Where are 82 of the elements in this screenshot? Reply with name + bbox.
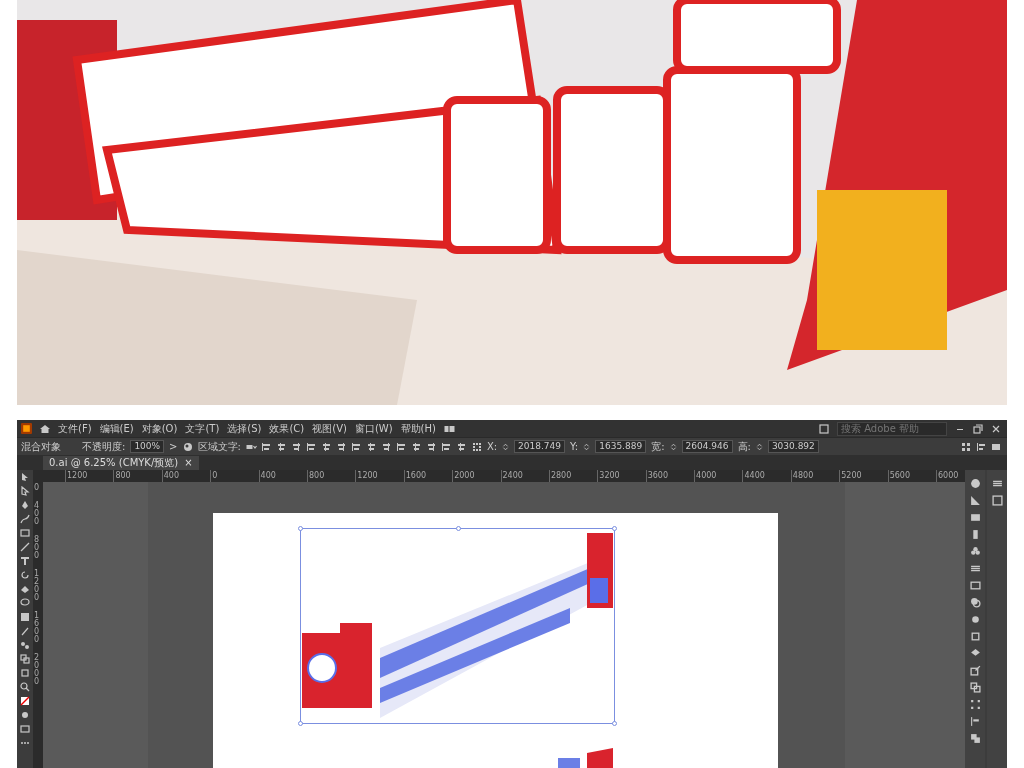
transparency-icon[interactable] bbox=[969, 597, 981, 608]
stepper-icon[interactable] bbox=[502, 441, 510, 452]
menu-item[interactable]: 效果(C) bbox=[269, 422, 305, 435]
align-icon[interactable] bbox=[456, 441, 467, 452]
properties-icon[interactable] bbox=[991, 478, 1003, 489]
object-type-label: 混合对象 bbox=[21, 440, 61, 453]
align-icon[interactable] bbox=[411, 441, 422, 452]
stroke-icon[interactable] bbox=[969, 563, 981, 574]
curvature-icon[interactable] bbox=[20, 514, 30, 524]
panel-icon[interactable] bbox=[819, 423, 829, 434]
fill-stroke-icon[interactable] bbox=[20, 696, 30, 706]
artboards-icon[interactable] bbox=[969, 682, 981, 693]
align-icon[interactable] bbox=[336, 441, 347, 452]
value-field[interactable]: 1635.889 bbox=[595, 440, 647, 453]
field-label: Y: bbox=[570, 440, 579, 453]
brush-icon[interactable] bbox=[20, 542, 30, 552]
search-field[interactable]: 搜索 Adobe 帮助 bbox=[837, 421, 947, 436]
menu-item[interactable]: 窗口(W) bbox=[354, 422, 393, 435]
blend-icon[interactable] bbox=[20, 640, 30, 650]
menu-item[interactable]: 对象(O) bbox=[141, 422, 178, 435]
align-icon[interactable] bbox=[426, 441, 437, 452]
field-label: 宽: bbox=[651, 440, 665, 453]
app-logo-icon[interactable] bbox=[21, 423, 32, 434]
stepper-icon[interactable] bbox=[583, 441, 591, 452]
more-button[interactable]: > bbox=[169, 440, 178, 453]
selection-icon[interactable] bbox=[20, 472, 30, 482]
workspace-icon[interactable] bbox=[443, 423, 455, 434]
stepper-icon[interactable] bbox=[669, 441, 677, 452]
ruler-label: 1200 bbox=[34, 570, 41, 602]
menu-item[interactable]: 视图(V) bbox=[312, 422, 347, 435]
pathfinder-icon[interactable] bbox=[969, 733, 981, 744]
rotate-icon[interactable] bbox=[20, 570, 30, 580]
field-label: X: bbox=[486, 440, 498, 453]
export-icon[interactable] bbox=[969, 665, 981, 676]
menu-item[interactable]: 选择(S) bbox=[227, 422, 262, 435]
align-icon[interactable] bbox=[366, 441, 377, 452]
menu-item[interactable]: 编辑(E) bbox=[99, 422, 134, 435]
rectangle-icon[interactable] bbox=[20, 528, 30, 538]
type-icon[interactable] bbox=[20, 556, 30, 566]
globe-icon[interactable] bbox=[182, 441, 193, 452]
zoom-icon[interactable] bbox=[20, 682, 30, 692]
align-icon[interactable] bbox=[396, 441, 407, 452]
opacity-field[interactable]: 100% bbox=[130, 440, 165, 453]
close-button[interactable]: × bbox=[184, 457, 193, 469]
align-icon[interactable] bbox=[351, 441, 362, 452]
reference-point-icon[interactable] bbox=[471, 441, 482, 452]
direct-selection-icon[interactable] bbox=[20, 486, 30, 496]
restore-icon[interactable] bbox=[973, 423, 983, 434]
align-icon[interactable] bbox=[969, 716, 981, 727]
align-icon[interactable] bbox=[321, 441, 332, 452]
stepper-icon[interactable] bbox=[755, 441, 763, 452]
close-icon[interactable] bbox=[991, 423, 1001, 434]
menu-item[interactable]: 帮助(H) bbox=[400, 422, 436, 435]
value-field[interactable]: 3030.892 bbox=[767, 440, 819, 453]
menu-item[interactable]: 文件(F) bbox=[58, 422, 92, 435]
club-icon[interactable] bbox=[969, 546, 981, 557]
align-icon[interactable] bbox=[276, 441, 287, 452]
opacity-label: 不透明度: bbox=[82, 440, 126, 453]
panel-menu-icon[interactable] bbox=[991, 441, 1001, 452]
align-panel-icon[interactable] bbox=[976, 441, 986, 452]
align-icon[interactable] bbox=[261, 441, 272, 452]
ruler-label: 0 bbox=[34, 484, 41, 492]
area-text-label: 区域文字: bbox=[197, 440, 241, 453]
selection-box[interactable] bbox=[300, 528, 615, 724]
align-icon[interactable] bbox=[306, 441, 317, 452]
tab-title: 0.ai @ 6.25% (CMYK/预览) bbox=[49, 457, 179, 469]
shape-builder-icon[interactable] bbox=[20, 654, 30, 664]
value-field[interactable]: 2018.749 bbox=[514, 440, 566, 453]
ruler-label: 1600 bbox=[34, 612, 41, 644]
value-field[interactable]: 2604.946 bbox=[681, 440, 733, 453]
home-icon[interactable] bbox=[40, 423, 50, 434]
libraries-icon[interactable] bbox=[991, 495, 1003, 506]
ruler-label: 800 bbox=[34, 536, 41, 560]
field-label: 高: bbox=[737, 440, 751, 453]
document-tab[interactable]: 0.ai @ 6.25% (CMYK/预览) × bbox=[43, 456, 199, 470]
ruler-label: 400 bbox=[34, 502, 41, 526]
menu-item[interactable]: 文字(T) bbox=[185, 422, 220, 435]
grid-icon[interactable] bbox=[961, 441, 971, 452]
align-icon[interactable] bbox=[291, 441, 302, 452]
align-icon[interactable] bbox=[441, 441, 452, 452]
align-icon[interactable] bbox=[381, 441, 392, 452]
ruler-label: 2000 bbox=[34, 654, 41, 686]
